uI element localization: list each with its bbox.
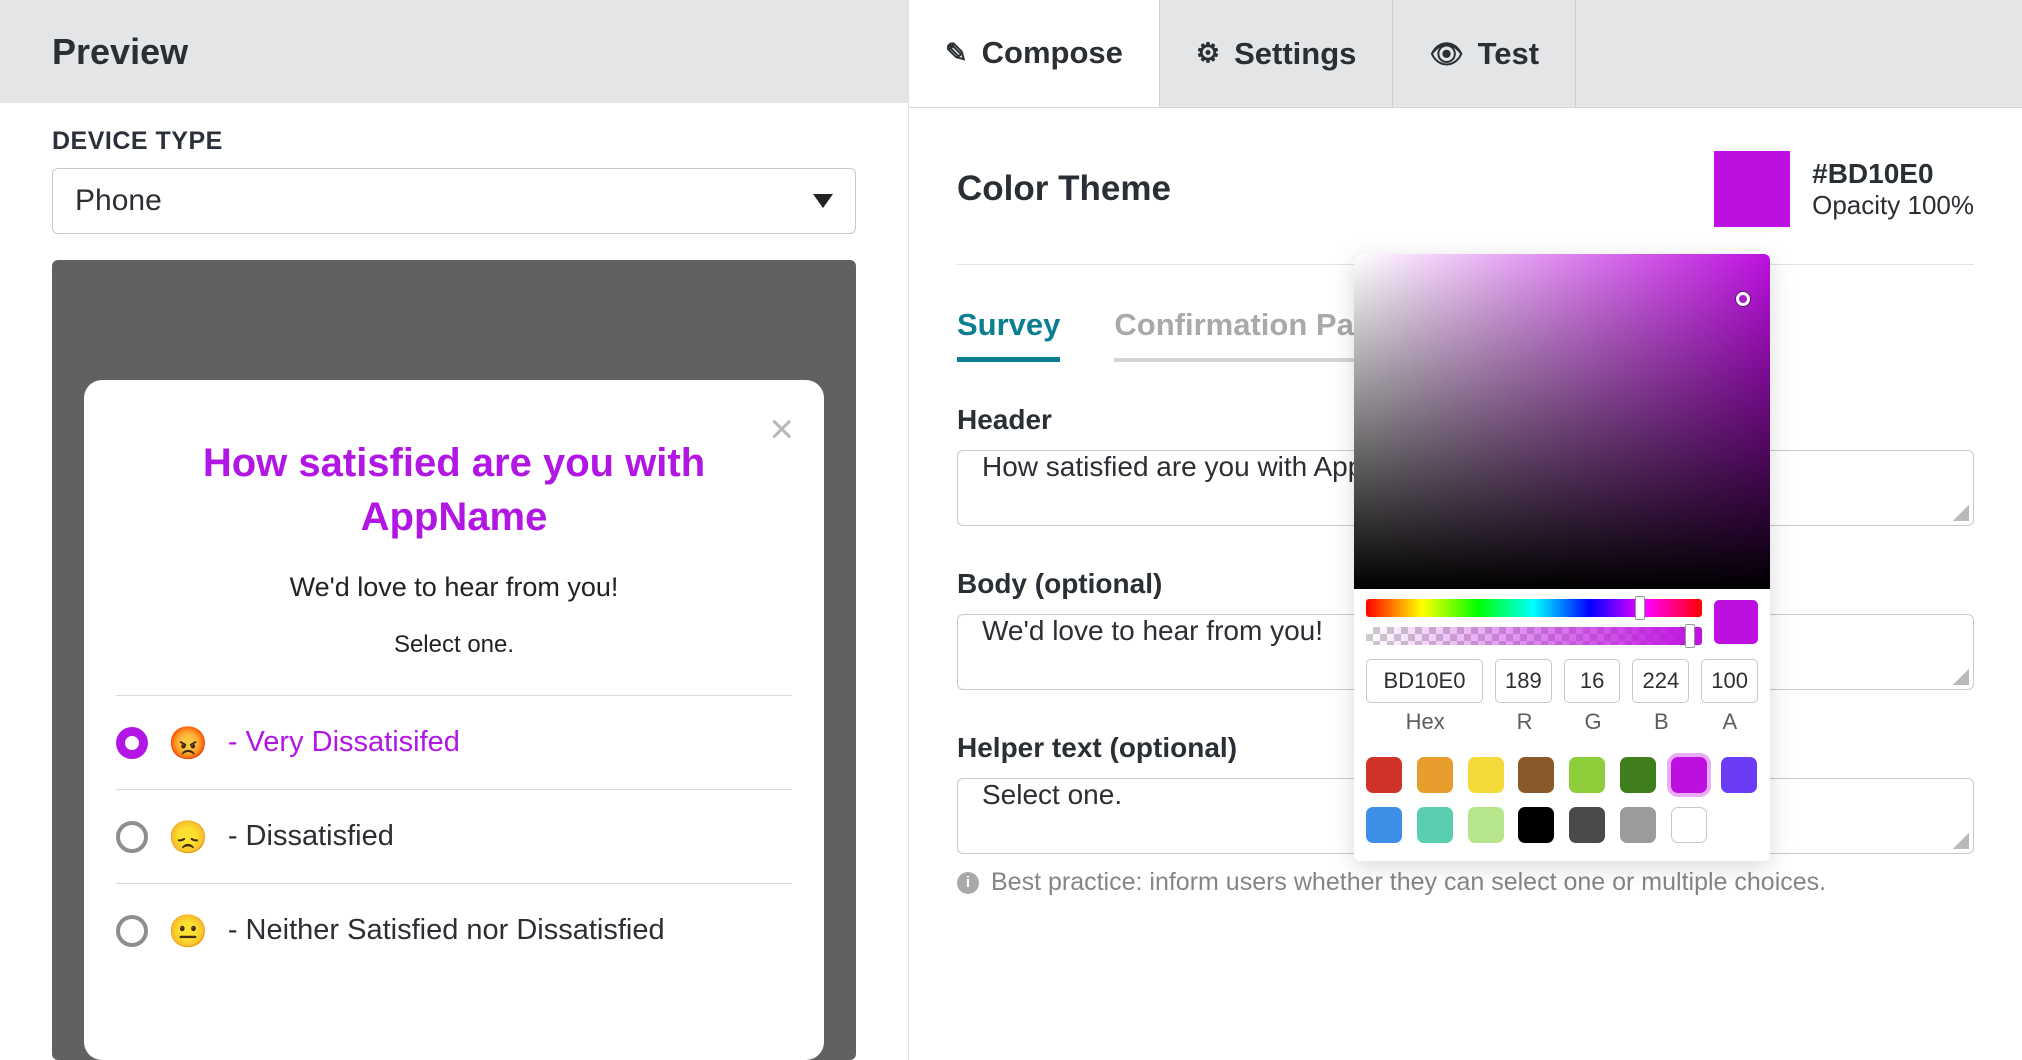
- a-input[interactable]: 100: [1701, 659, 1758, 703]
- preset-swatch[interactable]: [1366, 807, 1402, 843]
- saturation-value-canvas[interactable]: [1354, 254, 1770, 589]
- hex-input[interactable]: BD10E0: [1366, 659, 1483, 703]
- preview-title: Preview: [52, 31, 188, 73]
- input-value: We'd love to hear from you!: [982, 615, 1323, 646]
- slider-thumb[interactable]: [1685, 624, 1695, 648]
- b-label: B: [1633, 709, 1689, 735]
- color-thumb[interactable]: [1736, 292, 1750, 306]
- g-label: G: [1565, 709, 1621, 735]
- preset-swatch[interactable]: [1569, 807, 1605, 843]
- survey-helper: Select one.: [110, 631, 798, 659]
- chevron-down-icon: [813, 194, 833, 208]
- option-text: - Very Dissatisifed: [228, 726, 460, 759]
- preset-swatch[interactable]: [1518, 757, 1554, 793]
- preview-header: Preview: [0, 0, 908, 103]
- tab-settings[interactable]: ⚙ Settings: [1160, 0, 1394, 107]
- preset-swatch[interactable]: [1417, 807, 1453, 843]
- option-text: - Neither Satisfied nor Dissatisfied: [228, 914, 665, 947]
- resize-handle-icon[interactable]: [1953, 833, 1969, 849]
- survey-option[interactable]: 😞 - Dissatisfied: [116, 789, 792, 883]
- resize-handle-icon[interactable]: [1953, 505, 1969, 521]
- resize-handle-icon[interactable]: [1953, 669, 1969, 685]
- gear-icon: ⚙: [1196, 38, 1220, 69]
- survey-header: How satisfied are you with AppName: [110, 416, 798, 544]
- color-theme-title: Color Theme: [957, 169, 1171, 209]
- radio-icon: [116, 727, 148, 759]
- tab-label: Test: [1478, 36, 1539, 72]
- emoji-icon: 😐: [168, 915, 208, 947]
- preset-swatch[interactable]: [1417, 757, 1453, 793]
- hex-label: Hex: [1366, 709, 1484, 735]
- best-practice-hint: i Best practice: inform users whether th…: [957, 868, 1974, 897]
- eye-icon: 👁: [1429, 38, 1463, 70]
- info-icon: i: [957, 872, 979, 894]
- preset-swatch[interactable]: [1468, 757, 1504, 793]
- hue-slider[interactable]: [1366, 599, 1702, 617]
- preset-swatch[interactable]: [1518, 807, 1554, 843]
- radio-icon: [116, 915, 148, 947]
- tab-test[interactable]: 👁 Test: [1393, 0, 1576, 107]
- preset-swatch[interactable]: [1620, 807, 1656, 843]
- device-type-select[interactable]: Phone: [52, 168, 856, 234]
- a-label: A: [1702, 709, 1758, 735]
- r-input[interactable]: 189: [1495, 659, 1552, 703]
- color-opacity-display: Opacity 100%: [1812, 190, 1974, 221]
- main-tab-bar: ✎ Compose ⚙ Settings 👁 Test: [909, 0, 2022, 108]
- g-input[interactable]: 16: [1564, 659, 1621, 703]
- r-label: R: [1496, 709, 1552, 735]
- color-preview-chip: [1714, 600, 1758, 644]
- survey-card: × How satisfied are you with AppName We'…: [84, 380, 824, 1060]
- survey-option[interactable]: 😡 - Very Dissatisifed: [116, 695, 792, 789]
- subtab-survey[interactable]: Survey: [957, 307, 1060, 362]
- input-value: Select one.: [982, 779, 1122, 810]
- preset-swatch[interactable]: [1620, 757, 1656, 793]
- b-input[interactable]: 224: [1632, 659, 1689, 703]
- color-picker-popover: BD10E0 189 16 224 100 Hex R G B A: [1354, 254, 1770, 861]
- tab-label: Settings: [1234, 36, 1356, 72]
- slider-thumb[interactable]: [1635, 596, 1645, 620]
- subtab-confirmation[interactable]: Confirmation Page: [1114, 307, 1390, 362]
- close-icon[interactable]: ×: [769, 408, 794, 450]
- preset-swatch[interactable]: [1721, 757, 1757, 793]
- color-hex-display: #BD10E0: [1812, 158, 1974, 190]
- device-type-value: Phone: [75, 184, 162, 218]
- color-swatch: [1714, 151, 1790, 227]
- emoji-icon: 😞: [168, 821, 208, 853]
- preset-swatch[interactable]: [1468, 807, 1504, 843]
- survey-option[interactable]: 😐 - Neither Satisfied nor Dissatisfied: [116, 883, 792, 977]
- survey-body: We'd love to hear from you!: [110, 572, 798, 603]
- option-text: - Dissatisfied: [228, 820, 394, 853]
- device-type-label: DEVICE TYPE: [52, 127, 856, 156]
- preset-swatch[interactable]: [1671, 807, 1707, 843]
- alpha-slider[interactable]: [1366, 627, 1702, 645]
- pencil-icon: ✎: [945, 38, 968, 69]
- radio-icon: [116, 821, 148, 853]
- preset-swatch[interactable]: [1366, 757, 1402, 793]
- preset-swatch-grid: [1354, 735, 1770, 843]
- preset-swatch[interactable]: [1671, 757, 1707, 793]
- phone-preview-frame: × How satisfied are you with AppName We'…: [52, 260, 856, 1060]
- color-theme-swatch-button[interactable]: #BD10E0 Opacity 100%: [1714, 151, 1974, 227]
- best-practice-text: Best practice: inform users whether they…: [991, 868, 1826, 897]
- tab-compose[interactable]: ✎ Compose: [909, 0, 1160, 107]
- emoji-icon: 😡: [168, 727, 208, 759]
- preset-swatch[interactable]: [1569, 757, 1605, 793]
- tab-label: Compose: [982, 35, 1123, 71]
